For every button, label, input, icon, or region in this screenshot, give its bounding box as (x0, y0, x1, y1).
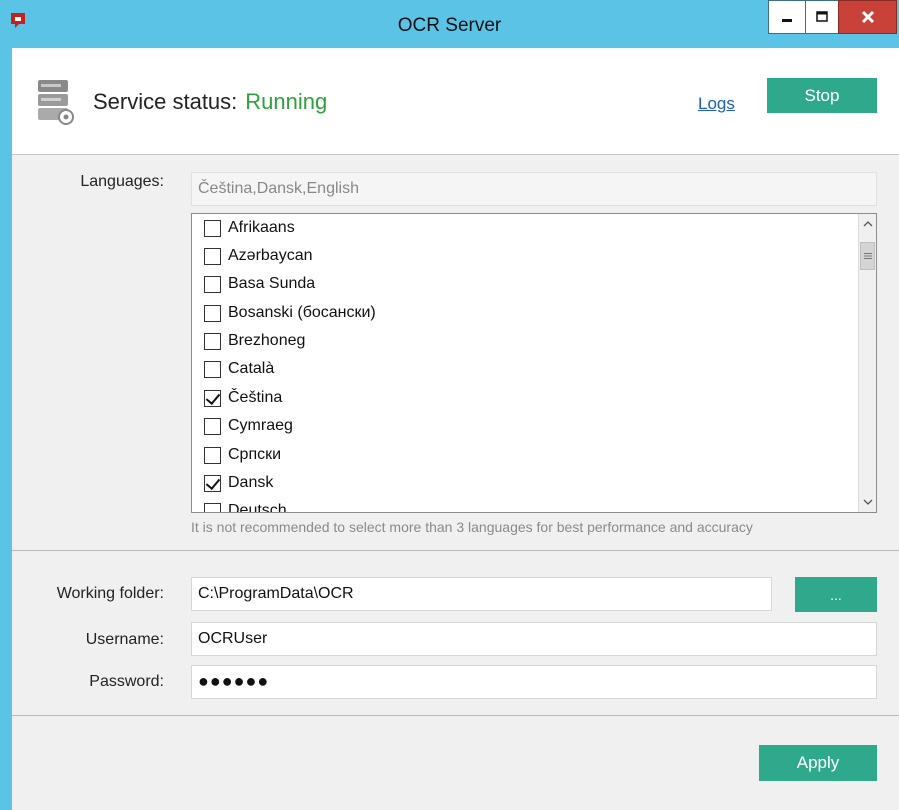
grip-icon (863, 253, 872, 259)
language-label: Српски (228, 446, 282, 463)
service-status-value: Running (245, 89, 328, 114)
close-button[interactable] (838, 0, 897, 34)
scroll-thumb[interactable] (860, 242, 875, 270)
list-item[interactable]: Dansk (204, 471, 273, 495)
service-status-panel: Service status: Running Logs Stop (12, 48, 899, 155)
divider (12, 550, 899, 551)
username-label: Username: (85, 631, 164, 648)
scroll-down-arrow[interactable] (859, 492, 876, 512)
list-item[interactable]: Afrikaans (204, 216, 295, 240)
stop-button[interactable]: Stop (767, 78, 877, 113)
language-checkbox-checked[interactable] (204, 389, 221, 407)
language-checkbox[interactable] (204, 247, 221, 265)
chevron-up-icon (863, 221, 872, 227)
password-input[interactable]: ●●●●●● (191, 665, 877, 699)
language-checkbox[interactable] (204, 446, 221, 464)
title-bar[interactable]: OCR Server (0, 0, 899, 48)
language-checklist[interactable]: Afrikaans Azərbaycan Basa Sunda Bosanski… (191, 213, 877, 513)
username-input[interactable]: OCRUser (191, 622, 877, 656)
language-hint: It is not recommended to select more tha… (191, 519, 753, 535)
browse-folder-button[interactable]: ... (795, 577, 877, 612)
language-label: Azərbaycan (228, 247, 313, 264)
list-item[interactable]: Cymraeg (204, 414, 293, 438)
main-content: Service status: Running Logs Stop Languag… (12, 48, 899, 810)
list-item[interactable]: Čeština (204, 386, 282, 410)
working-folder-label: Working folder: (56, 585, 164, 602)
list-item[interactable]: Deutsch (204, 499, 287, 513)
list-item[interactable]: Azərbaycan (204, 244, 313, 268)
language-label: Basa Sunda (228, 275, 316, 292)
language-label: Brezhoneg (228, 332, 306, 349)
language-checkbox[interactable] (204, 332, 221, 350)
language-checkbox[interactable] (204, 417, 221, 435)
language-checkbox[interactable] (204, 360, 221, 378)
language-checkbox-checked[interactable] (204, 474, 221, 492)
language-checkbox[interactable] (204, 219, 221, 237)
scroll-up-arrow[interactable] (859, 214, 876, 234)
language-label: Deutsch (228, 502, 287, 513)
languages-label: Languages: (80, 173, 164, 190)
apply-button[interactable]: Apply (759, 745, 877, 781)
language-label: Català (228, 360, 275, 377)
maximize-button[interactable] (805, 0, 839, 34)
ocr-server-window: OCR Server Service status: Running Logs … (0, 0, 899, 810)
language-label: Dansk (228, 474, 274, 491)
minimize-icon (782, 19, 792, 22)
service-status-text: Service status: Running (93, 89, 327, 115)
list-item[interactable]: Српски (204, 443, 281, 467)
minimize-button[interactable] (768, 0, 806, 34)
language-label: Cymraeg (228, 417, 293, 434)
language-label: Čeština (228, 389, 283, 406)
close-icon (861, 10, 874, 24)
password-label: Password: (89, 673, 164, 690)
language-label: Afrikaans (228, 219, 295, 236)
list-item[interactable]: Bosanski (босански) (204, 301, 376, 325)
server-gear-icon (38, 80, 74, 125)
list-item[interactable]: Català (204, 357, 274, 381)
maximize-icon (816, 11, 828, 22)
language-list-scrollbar[interactable] (858, 214, 876, 512)
working-folder-input[interactable]: C:\ProgramData\OCR (191, 577, 772, 611)
logs-link[interactable]: Logs (698, 94, 735, 114)
language-label: Bosanski (босански) (228, 304, 376, 321)
language-checkbox[interactable] (204, 275, 221, 293)
list-item[interactable]: Brezhoneg (204, 329, 305, 353)
chevron-down-icon (863, 499, 872, 505)
selected-languages-field: Čeština,Dansk,English (191, 172, 877, 206)
language-checkbox[interactable] (204, 502, 221, 512)
list-item[interactable]: Basa Sunda (204, 272, 315, 296)
service-status-label: Service status: (93, 89, 238, 114)
window-title: OCR Server (397, 15, 502, 36)
divider (12, 715, 899, 716)
language-checkbox[interactable] (204, 304, 221, 322)
